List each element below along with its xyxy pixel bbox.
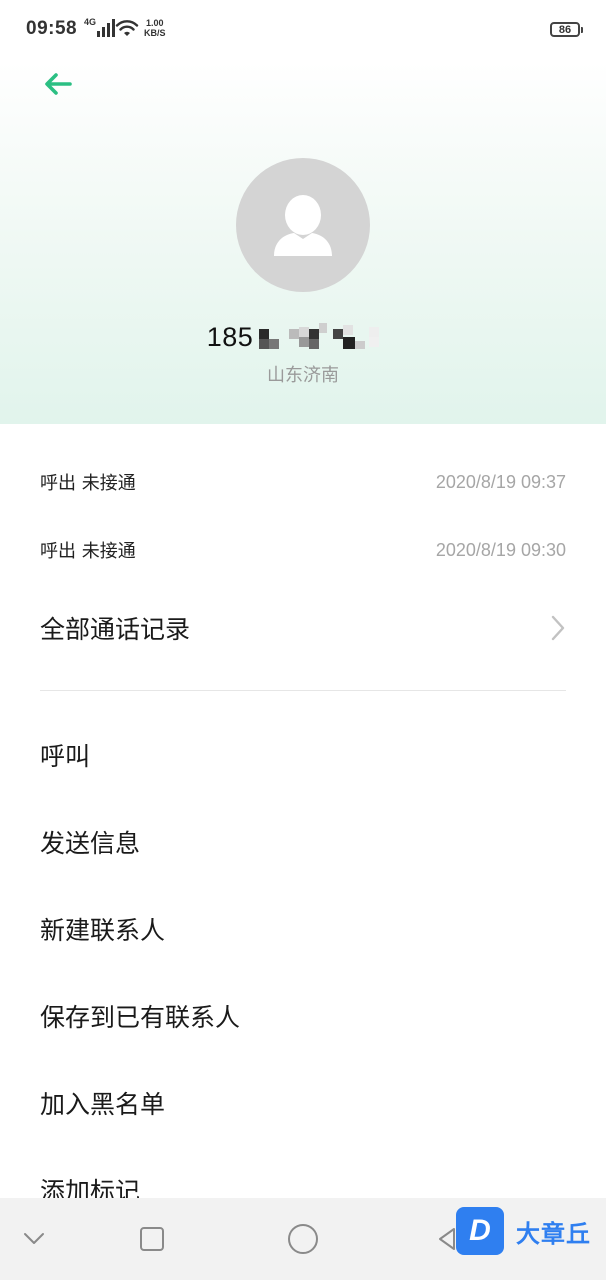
call-log-time: 2020/8/19 09:37: [435, 471, 566, 492]
network-speed: 1.00 KB/S: [144, 18, 166, 38]
triangle-left-icon: [439, 1228, 455, 1250]
nav-home-button[interactable]: [284, 1220, 322, 1258]
phone-location: 山东济南: [267, 365, 339, 386]
status-bar: 09:58 4G 1.00 KB/S 86: [0, 0, 606, 62]
all-call-records-button[interactable]: 全部通话记录: [40, 605, 566, 651]
new-contact-button[interactable]: 新建联系人: [40, 906, 566, 952]
call-log-item[interactable]: 呼出 未接通 2020/8/19 09:30: [40, 530, 566, 570]
watermark-logo: D: [456, 1207, 504, 1255]
nav-collapse-button[interactable]: [18, 1224, 50, 1254]
avatar: [236, 158, 370, 292]
watermark: D 大章丘: [456, 1206, 591, 1256]
nav-recents-button[interactable]: [134, 1222, 170, 1256]
chevron-down-icon: [24, 1233, 44, 1244]
cellular-signal-icon: 4G: [84, 17, 116, 37]
status-time: 09:58: [26, 18, 78, 39]
network-speed-value: 1.00: [145, 18, 164, 28]
watermark-logo-letter: D: [469, 1214, 491, 1247]
redacted-number-mosaic: [259, 322, 380, 349]
wifi-icon: [115, 20, 139, 36]
person-silhouette-icon: [274, 195, 332, 256]
save-to-existing-contact-button[interactable]: 保存到已有联系人: [40, 993, 566, 1039]
watermark-text: 大章丘: [516, 1219, 591, 1248]
back-button[interactable]: [38, 66, 78, 102]
battery-level: 86: [558, 23, 572, 36]
circle-icon: [288, 1224, 318, 1254]
add-to-blacklist-button[interactable]: 加入黑名单: [40, 1080, 566, 1126]
arrow-left-icon: [45, 73, 72, 95]
all-call-records-label: 全部通话记录: [40, 615, 191, 644]
phone-number: 185: [0, 322, 606, 353]
square-icon: [140, 1227, 164, 1251]
phone-number-prefix: 185: [206, 322, 254, 352]
divider: [40, 690, 566, 691]
call-log-item[interactable]: 呼出 未接通 2020/8/19 09:37: [40, 462, 566, 502]
call-button[interactable]: 呼叫: [40, 732, 566, 778]
send-message-button[interactable]: 发送信息: [40, 819, 566, 865]
network-speed-unit: KB/S: [144, 28, 166, 38]
network-type-label: 4G: [84, 17, 97, 27]
call-log-type: 呼出 未接通: [40, 541, 136, 562]
battery-icon: 86: [550, 22, 583, 37]
chevron-right-icon: [551, 615, 565, 641]
call-log-time: 2020/8/19 09:30: [435, 539, 566, 560]
call-log-type: 呼出 未接通: [40, 473, 136, 494]
